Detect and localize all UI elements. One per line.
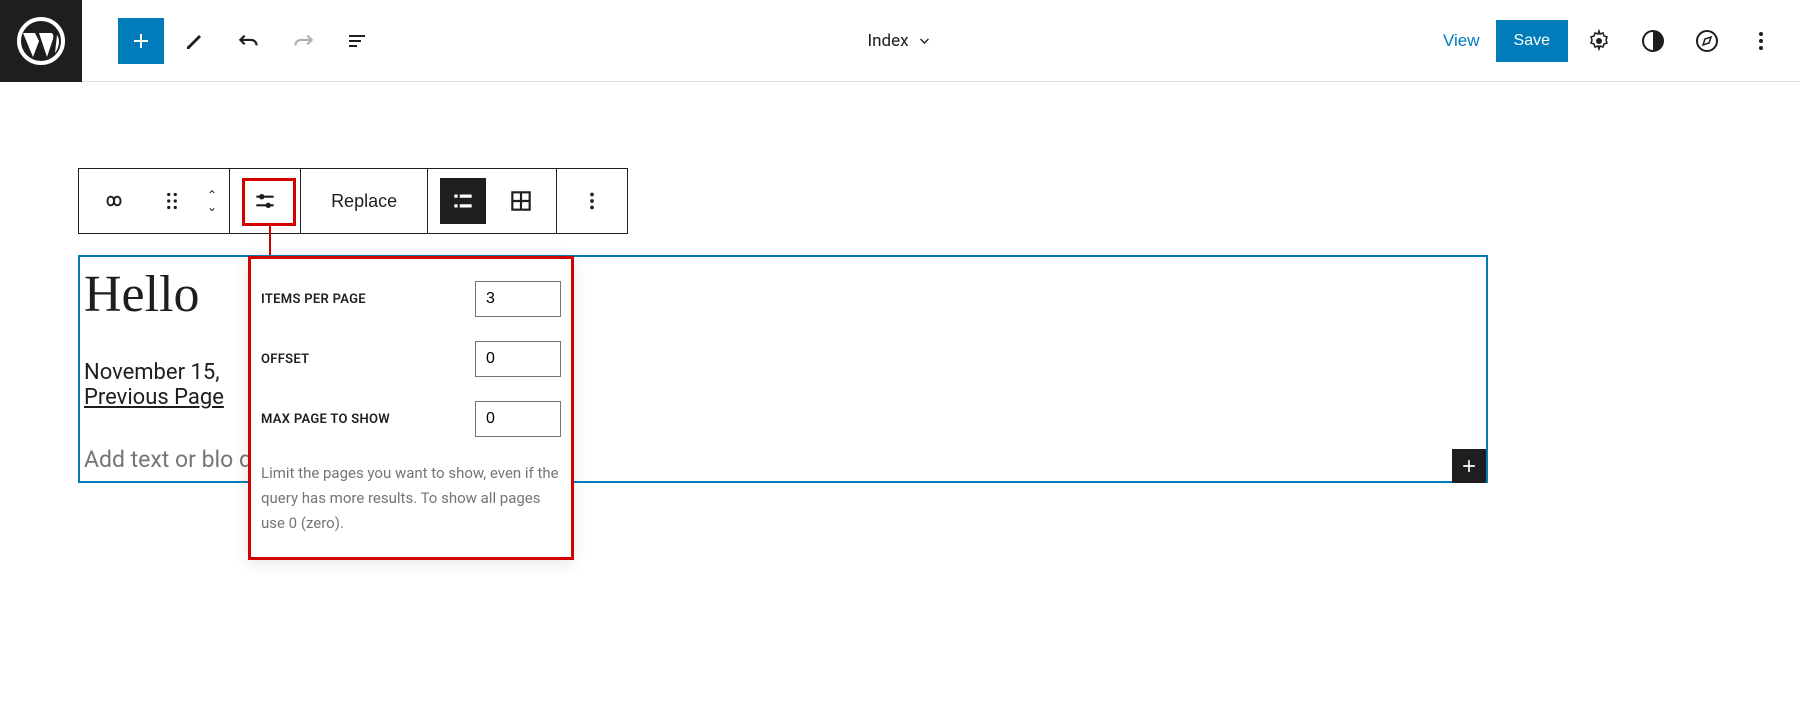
kebab-icon xyxy=(579,188,605,214)
infinity-icon xyxy=(101,188,127,214)
wordpress-logo[interactable] xyxy=(0,0,82,82)
compass-icon xyxy=(1695,29,1719,53)
offset-input[interactable] xyxy=(475,341,561,377)
sliders-icon xyxy=(252,188,278,214)
template-name: Index xyxy=(867,31,908,51)
undo-button[interactable] xyxy=(226,18,272,64)
plus-icon xyxy=(129,29,153,53)
topbar-left-tools xyxy=(82,18,380,64)
more-options-button[interactable] xyxy=(1738,18,1784,64)
list-layout-icon xyxy=(450,188,476,214)
max-page-label: MAX PAGE TO SHOW xyxy=(261,412,390,427)
editor-top-bar: Index View Save xyxy=(0,0,1800,82)
topbar-right-tools: View Save xyxy=(1435,18,1800,64)
block-options-button[interactable] xyxy=(569,178,615,224)
display-settings-popover: ITEMS PER PAGE OFFSET MAX PAGE TO SHOW L… xyxy=(248,256,574,560)
kebab-icon xyxy=(1749,29,1773,53)
template-selector[interactable]: Index xyxy=(867,31,932,51)
list-icon xyxy=(345,29,369,53)
pencil-icon xyxy=(183,29,207,53)
append-block-button[interactable] xyxy=(1452,449,1486,483)
half-circle-icon xyxy=(1641,29,1665,53)
plus-icon xyxy=(1459,456,1479,476)
settings-button[interactable] xyxy=(1576,18,1622,64)
gear-icon xyxy=(1587,29,1611,53)
redo-button[interactable] xyxy=(280,18,326,64)
annotation-connector xyxy=(269,226,271,256)
previous-page-link[interactable]: Previous Page xyxy=(80,385,224,410)
query-loop-icon-button[interactable] xyxy=(91,178,137,224)
view-button[interactable]: View xyxy=(1435,23,1488,59)
list-layout-button[interactable] xyxy=(440,178,486,224)
move-down-icon[interactable]: ⌄ xyxy=(207,201,217,213)
replace-button[interactable]: Replace xyxy=(313,191,415,212)
max-page-input[interactable] xyxy=(475,401,561,437)
save-button[interactable]: Save xyxy=(1496,20,1568,62)
display-settings-button[interactable] xyxy=(242,178,288,224)
add-block-button[interactable] xyxy=(118,18,164,64)
styles-button[interactable] xyxy=(1630,18,1676,64)
block-toolbar: ⌃ ⌄ Replace xyxy=(78,168,628,234)
undo-icon xyxy=(236,28,262,54)
drag-icon xyxy=(159,188,185,214)
offset-label: OFFSET xyxy=(261,352,309,367)
drag-handle[interactable] xyxy=(149,178,195,224)
list-view-button[interactable] xyxy=(334,18,380,64)
max-page-help-text: Limit the pages you want to show, even i… xyxy=(261,461,561,535)
redo-icon xyxy=(290,28,316,54)
items-per-page-input[interactable] xyxy=(475,281,561,317)
grid-layout-button[interactable] xyxy=(498,178,544,224)
grid-layout-icon xyxy=(508,188,534,214)
items-per-page-label: ITEMS PER PAGE xyxy=(261,292,366,307)
wordpress-icon xyxy=(17,17,65,65)
navigation-button[interactable] xyxy=(1684,18,1730,64)
chevron-down-icon xyxy=(917,33,933,49)
edit-tool-button[interactable] xyxy=(172,18,218,64)
move-arrows[interactable]: ⌃ ⌄ xyxy=(207,189,217,213)
